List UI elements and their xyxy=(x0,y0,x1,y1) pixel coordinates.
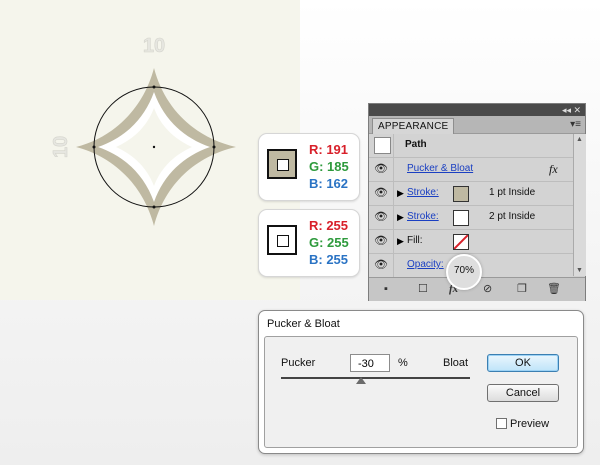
green-value: G: 185 xyxy=(309,159,349,174)
collapse-icon[interactable]: ◂◂ xyxy=(562,104,571,116)
path-header-row[interactable]: Path xyxy=(369,134,573,158)
eye-icon[interactable]: 👁 xyxy=(374,234,388,248)
stroke-weight-value[interactable]: 2 pt Inside xyxy=(489,211,535,222)
eye-icon[interactable]: 👁 xyxy=(374,258,388,272)
expand-triangle-icon[interactable]: ▶ xyxy=(397,188,404,199)
stroke-link[interactable]: Stroke: xyxy=(407,187,439,198)
expand-triangle-icon[interactable]: ▶ xyxy=(397,236,404,247)
pucker-bloat-value-input[interactable]: -30 xyxy=(350,354,390,372)
fill-row[interactable]: 👁 ▶ Fill: xyxy=(369,230,573,254)
row-gutter xyxy=(393,206,394,229)
anchor-left xyxy=(92,145,96,149)
pucker-label: Pucker xyxy=(281,357,316,369)
fill-label: Fill: xyxy=(407,235,423,246)
swatch-beige xyxy=(267,149,297,179)
bloat-label: Bloat xyxy=(443,357,469,369)
eye-icon[interactable]: 👁 xyxy=(374,210,388,224)
row-gutter xyxy=(393,254,394,277)
red-value: R: 255 xyxy=(309,218,349,233)
scroll-up-icon[interactable]: ▲ xyxy=(576,136,583,143)
red-value: R: 191 xyxy=(309,142,349,157)
shape-canvas: 10 10 xyxy=(50,35,236,226)
new-fill-icon[interactable]: ☐ xyxy=(418,283,428,295)
stroke-link[interactable]: Stroke: xyxy=(407,211,439,222)
row-gutter xyxy=(393,230,394,253)
swatch-inner-square xyxy=(277,235,289,247)
percent-unit: % xyxy=(398,357,408,369)
no-fill-slash xyxy=(454,235,468,249)
effect-row[interactable]: 👁 Pucker & Bloat fx xyxy=(369,158,573,182)
dimension-left: 10 xyxy=(50,136,72,158)
row-gutter xyxy=(393,134,394,157)
panel-scrollbar[interactable]: ▲ ▼ xyxy=(573,134,586,276)
stroke-weight-value[interactable]: 1 pt Inside xyxy=(489,187,535,198)
close-icon[interactable]: ✕ xyxy=(573,104,581,116)
artboard: 10 10 xyxy=(0,0,300,300)
row-gutter xyxy=(393,158,394,181)
duplicate-icon[interactable]: ❐ xyxy=(517,283,527,295)
stroke-row-2[interactable]: 👁 ▶ Stroke: 2 pt Inside xyxy=(369,206,573,230)
stroke-swatch-beige[interactable] xyxy=(453,186,469,202)
dimension-top: 10 xyxy=(143,35,165,57)
stroke-swatch-white[interactable] xyxy=(453,210,469,226)
eye-icon[interactable]: 👁 xyxy=(374,186,388,200)
anchor-right xyxy=(212,145,216,149)
fx-icon[interactable]: fx xyxy=(549,162,558,177)
pucker-bloat-slider[interactable] xyxy=(281,377,470,379)
anchor-bottom xyxy=(152,205,156,209)
swatch-inner-square xyxy=(277,159,289,171)
swatch-white xyxy=(267,225,297,255)
opacity-link[interactable]: Opacity: xyxy=(407,259,444,270)
expand-triangle-icon[interactable]: ▶ xyxy=(397,212,404,223)
anchor-top xyxy=(152,85,156,89)
clear-icon[interactable]: ⊘ xyxy=(483,283,492,295)
panel-menu-icon[interactable]: ▾≡ xyxy=(570,119,581,130)
eye-icon[interactable]: 👁 xyxy=(374,162,388,176)
row-gutter xyxy=(393,182,394,205)
preview-checkbox[interactable] xyxy=(496,418,507,429)
opacity-value[interactable]: 70% xyxy=(448,265,480,276)
blue-value: B: 255 xyxy=(309,252,349,267)
panel-titlebar: ◂◂ ✕ xyxy=(369,104,585,116)
tab-appearance[interactable]: APPEARANCE xyxy=(372,118,455,134)
preview-label: Preview xyxy=(510,418,550,430)
trash-icon[interactable]: 🗑 xyxy=(547,283,561,295)
stroke-row-1[interactable]: 👁 ▶ Stroke: 1 pt Inside xyxy=(369,182,573,206)
pucker-bloat-dialog: Pucker & Bloat xyxy=(258,310,584,454)
panel-tabbar: APPEARANCE ▾≡ xyxy=(369,116,585,134)
no-fill-swatch-icon[interactable] xyxy=(453,234,469,250)
pucker-bloat-link[interactable]: Pucker & Bloat xyxy=(407,163,473,174)
square-icon[interactable]: ▪ xyxy=(384,283,388,295)
swatch-card-white: R: 255 G: 255 B: 255 xyxy=(258,209,360,277)
path-label: Path xyxy=(405,139,427,150)
scroll-down-icon[interactable]: ▼ xyxy=(576,267,583,274)
center-point xyxy=(152,145,156,149)
dialog-title: Pucker & Bloat xyxy=(267,318,340,330)
cancel-button[interactable]: Cancel xyxy=(487,384,559,402)
path-thumbnail xyxy=(374,137,391,154)
swatch-card-beige: R: 191 G: 185 B: 162 xyxy=(258,133,360,201)
opacity-highlight: 70% xyxy=(446,254,482,290)
green-value: G: 255 xyxy=(309,235,349,250)
slider-thumb[interactable] xyxy=(356,377,366,384)
ok-button[interactable]: OK xyxy=(487,354,559,372)
blue-value: B: 162 xyxy=(309,176,349,191)
